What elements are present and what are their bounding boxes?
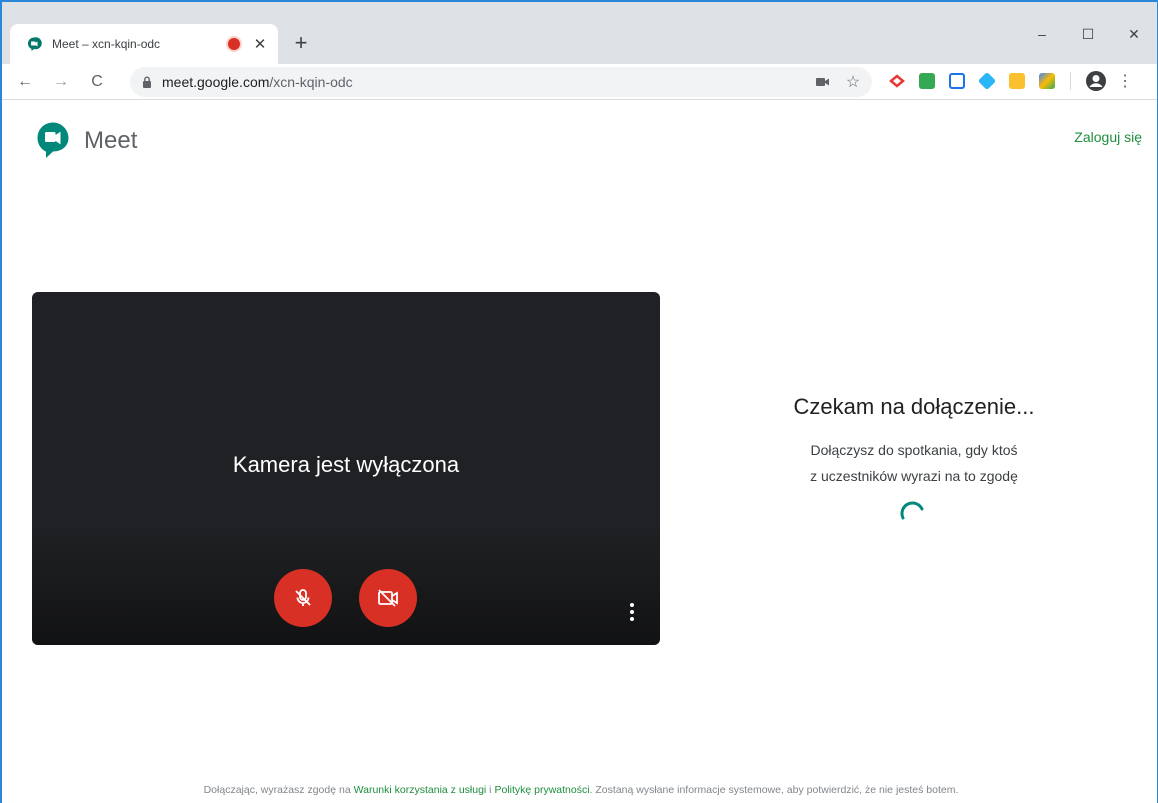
- camera-off-icon: [378, 589, 398, 607]
- signin-link[interactable]: Zaloguj się: [1074, 129, 1142, 145]
- tab-meet[interactable]: Meet – xcn-kqin-odc ✕: [10, 24, 278, 64]
- video-preview: Kamera jest wyłączona: [32, 292, 660, 645]
- tab-title: Meet – xcn-kqin-odc: [52, 37, 161, 51]
- recording-indicator-icon: [228, 38, 240, 50]
- browser-window: Meet – xcn-kqin-odc ✕ + – ☐ ✕ ← → C meet…: [0, 0, 1158, 803]
- privacy-link[interactable]: Politykę prywatności: [494, 784, 589, 796]
- minimize-button[interactable]: –: [1019, 20, 1065, 48]
- footer-prefix: Dołączając, wyrażasz zgodę na: [203, 784, 354, 796]
- waiting-title: Czekam na dołączenie...: [793, 394, 1035, 419]
- url-text: meet.google.com/xcn-kqin-odc: [162, 74, 812, 90]
- camera-permission-icon[interactable]: [812, 71, 834, 93]
- meet-page: Meet Zaloguj się Kamera jest wyłączona C…: [2, 101, 1157, 803]
- preview-gradient: [32, 525, 660, 645]
- maximize-button[interactable]: ☐: [1065, 20, 1111, 48]
- camera-toggle-button[interactable]: [359, 569, 417, 627]
- waiting-message-line2: z uczestników wyrazi na to zgodę: [810, 468, 1018, 484]
- bookmark-star-icon[interactable]: ☆: [842, 71, 864, 93]
- waiting-message-line1: Dołączysz do spotkania, gdy ktoś: [810, 442, 1018, 458]
- camera-off-text: Kamera jest wyłączona: [232, 452, 460, 477]
- extensions-area: ⋮: [882, 70, 1133, 92]
- app-name: Meet: [84, 127, 138, 154]
- new-tab-button[interactable]: +: [288, 30, 314, 56]
- extension-green-icon[interactable]: [919, 73, 935, 89]
- close-window-button[interactable]: ✕: [1111, 20, 1157, 48]
- extension-red-icon[interactable]: [889, 73, 905, 89]
- loading-spinner-icon: [900, 501, 924, 520]
- profile-icon[interactable]: [1085, 70, 1107, 92]
- address-bar[interactable]: meet.google.com/xcn-kqin-odc ☆: [130, 67, 872, 97]
- meet-logo-icon: [37, 122, 69, 158]
- window-controls: – ☐ ✕: [1019, 20, 1157, 48]
- footer-suffix: . Zostaną wysłane informacje systemowe, …: [589, 784, 959, 796]
- url-domain: meet.google.com: [162, 74, 270, 90]
- browser-toolbar: ← → C meet.google.com/xcn-kqin-odc ☆ ⋮: [2, 64, 1157, 100]
- extension-yellow-icon[interactable]: [1009, 73, 1025, 89]
- extension-multi-icon[interactable]: [1039, 73, 1055, 89]
- extension-blue-icon[interactable]: [977, 71, 997, 91]
- tab-close-icon[interactable]: ✕: [252, 35, 268, 53]
- meet-favicon-icon: [28, 37, 42, 51]
- footer-consent: Dołączając, wyrażasz zgodę na Warunki ko…: [2, 784, 1157, 796]
- mic-off-icon: [295, 589, 311, 606]
- toolbar-separator: [1070, 72, 1071, 90]
- extension-s-icon[interactable]: [949, 73, 965, 89]
- url-path: /xcn-kqin-odc: [269, 74, 353, 90]
- forward-button[interactable]: →: [48, 69, 74, 95]
- more-vert-icon: [630, 603, 634, 621]
- mic-toggle-button[interactable]: [274, 569, 332, 627]
- lock-icon: [143, 76, 151, 88]
- terms-link[interactable]: Warunki korzystania z usługi: [354, 784, 487, 796]
- reload-button[interactable]: C: [84, 69, 110, 95]
- back-button[interactable]: ←: [12, 69, 38, 95]
- more-options-button[interactable]: [624, 600, 640, 624]
- browser-menu-icon[interactable]: ⋮: [1117, 71, 1133, 91]
